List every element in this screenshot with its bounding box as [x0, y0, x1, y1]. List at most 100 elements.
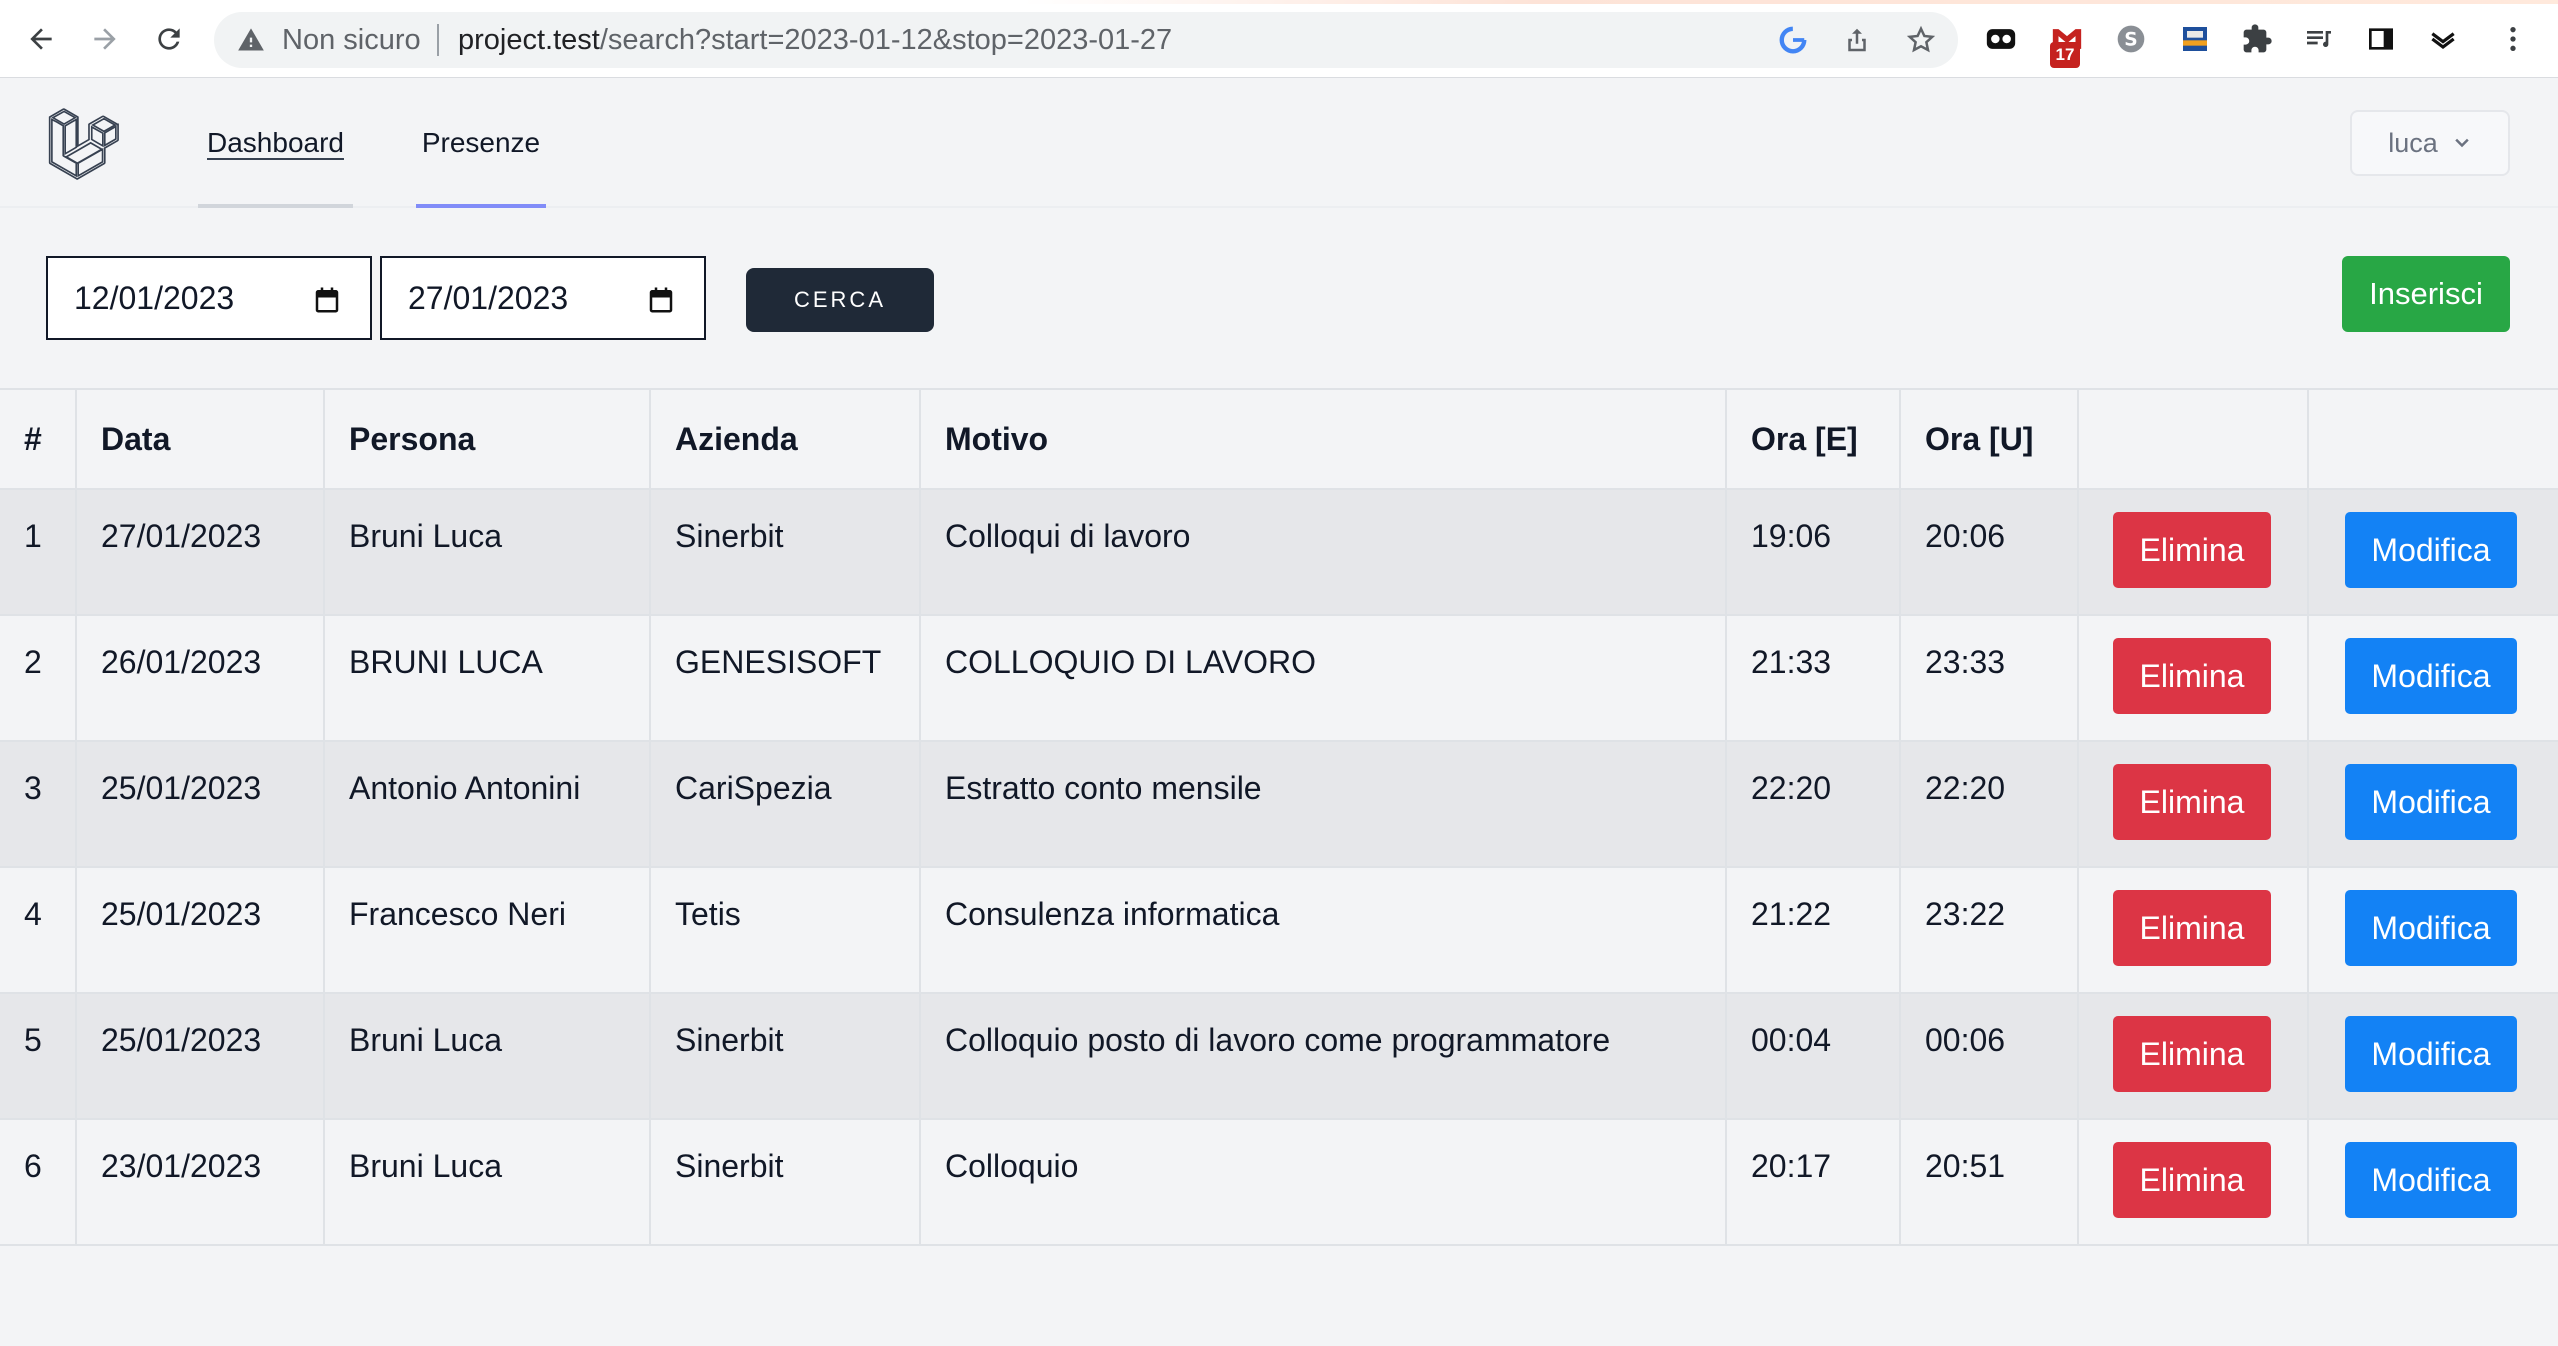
- edit-button[interactable]: Modifica: [2345, 890, 2517, 966]
- star-icon[interactable]: [1906, 25, 1936, 55]
- delete-button[interactable]: Elimina: [2113, 1016, 2271, 1092]
- calendar-icon[interactable]: [312, 284, 342, 316]
- google-icon[interactable]: [1778, 25, 1808, 55]
- column-header-ora-uscita: Ora [U]: [1899, 388, 2079, 490]
- edit-button[interactable]: Modifica: [2345, 1016, 2517, 1092]
- address-bar[interactable]: Non sicuro project.test/search?start=202…: [214, 12, 1958, 68]
- laravel-logo-icon[interactable]: [48, 108, 120, 180]
- cell-ora-uscita: 23:22: [1899, 866, 2079, 994]
- menu-icon[interactable]: [2494, 20, 2532, 58]
- back-arrow-icon: [30, 28, 52, 50]
- cell-delete: Elimina: [2077, 488, 2309, 616]
- cell-number: 4: [0, 866, 77, 994]
- nav-link-dashboard-label: Dashboard: [207, 127, 344, 158]
- cell-edit: Modifica: [2307, 488, 2558, 616]
- cell-ora-uscita: 22:20: [1899, 740, 2079, 868]
- app-navbar: Dashboard Presenze luca: [0, 78, 2558, 208]
- cell-data: 26/01/2023: [75, 614, 325, 742]
- cell-ora-entrata: 22:20: [1725, 740, 1901, 868]
- column-header-azienda: Azienda: [649, 388, 921, 490]
- calendar-icon[interactable]: [646, 284, 676, 316]
- edit-button[interactable]: Modifica: [2345, 638, 2517, 714]
- cell-azienda: Sinerbit: [649, 992, 921, 1120]
- column-header-data: Data: [75, 388, 325, 490]
- nav-link-dashboard[interactable]: Dashboard: [198, 78, 353, 208]
- glasses-extension-icon[interactable]: [1982, 20, 2020, 58]
- cell-delete: Elimina: [2077, 1118, 2309, 1246]
- delete-button[interactable]: Elimina: [2113, 638, 2271, 714]
- cell-motivo: Estratto conto mensile: [919, 740, 1727, 868]
- column-header-delete: [2077, 388, 2309, 490]
- cell-motivo: COLLOQUIO DI LAVORO: [919, 614, 1727, 742]
- cell-data: 25/01/2023: [75, 992, 325, 1120]
- delete-button[interactable]: Elimina: [2113, 512, 2271, 588]
- chevron-down-icon: [2455, 138, 2469, 148]
- edit-button[interactable]: Modifica: [2345, 1142, 2517, 1218]
- cell-edit: Modifica: [2307, 614, 2558, 742]
- column-header-ora-entrata: Ora [E]: [1725, 388, 1901, 490]
- search-button[interactable]: CERCA: [746, 268, 934, 332]
- cell-azienda: Sinerbit: [649, 1118, 921, 1246]
- nav-underline: [198, 204, 353, 208]
- nav-link-presenze[interactable]: Presenze: [416, 78, 546, 208]
- cell-ora-entrata: 20:17: [1725, 1118, 1901, 1246]
- url-host: project.test: [458, 24, 600, 56]
- share-icon[interactable]: [1842, 25, 1872, 55]
- edit-button[interactable]: Modifica: [2345, 764, 2517, 840]
- cell-edit: Modifica: [2307, 740, 2558, 868]
- delete-button[interactable]: Elimina: [2113, 890, 2271, 966]
- cell-ora-uscita: 20:51: [1899, 1118, 2079, 1246]
- delete-button[interactable]: Elimina: [2113, 1142, 2271, 1218]
- insert-button[interactable]: Inserisci: [2342, 256, 2510, 332]
- cell-number: 1: [0, 488, 77, 616]
- column-header-number: #: [0, 388, 77, 490]
- start-date-value: 12/01/2023: [74, 279, 235, 316]
- cell-motivo: Colloqui di lavoro: [919, 488, 1727, 616]
- cell-number: 2: [0, 614, 77, 742]
- cell-ora-entrata: 00:04: [1725, 992, 1901, 1120]
- column-header-edit: [2307, 388, 2558, 490]
- cell-persona: Bruni Luca: [323, 992, 651, 1120]
- cell-edit: Modifica: [2307, 992, 2558, 1120]
- url-path: /search?start=2023-01-12&stop=2023-01-27: [599, 24, 1173, 56]
- cell-persona: Francesco Neri: [323, 866, 651, 994]
- user-name: luca: [2388, 127, 2438, 158]
- side-panel-icon[interactable]: [2362, 20, 2400, 58]
- cell-persona: BRUNI LUCA: [323, 614, 651, 742]
- column-header-persona: Persona: [323, 388, 651, 490]
- table-header-row: # Data Persona Azienda Motivo Ora [E] Or…: [0, 388, 2558, 490]
- mail-count-badge: 17: [2050, 42, 2080, 68]
- reload-button[interactable]: [144, 14, 194, 64]
- cell-edit: Modifica: [2307, 866, 2558, 994]
- screen-extension-icon[interactable]: [2176, 20, 2214, 58]
- back-button[interactable]: [16, 14, 66, 64]
- media-control-icon[interactable]: [2300, 20, 2338, 58]
- edit-button[interactable]: Modifica: [2345, 512, 2517, 588]
- skype-extension-icon[interactable]: S: [2112, 20, 2150, 58]
- cell-azienda: GENESISOFT: [649, 614, 921, 742]
- start-date-input[interactable]: 12/01/2023: [46, 256, 372, 340]
- table-row: 4 25/01/2023 Francesco Neri Tetis Consul…: [0, 866, 2558, 994]
- user-dropdown[interactable]: luca: [2350, 110, 2510, 176]
- puzzle-icon[interactable]: [2238, 20, 2276, 58]
- cell-ora-uscita: 20:06: [1899, 488, 2079, 616]
- cell-azienda: CariSpezia: [649, 740, 921, 868]
- download-extension-icon[interactable]: [2424, 20, 2462, 58]
- cell-ora-entrata: 21:22: [1725, 866, 1901, 994]
- forward-arrow-icon: [94, 28, 116, 50]
- stop-date-input[interactable]: 27/01/2023: [380, 256, 706, 340]
- cell-delete: Elimina: [2077, 740, 2309, 868]
- cell-persona: Bruni Luca: [323, 488, 651, 616]
- url-text[interactable]: project.test/search?start=2023-01-12&sto…: [458, 22, 1172, 58]
- svg-text:S: S: [2124, 30, 2137, 51]
- forward-button[interactable]: [80, 14, 130, 64]
- cell-data: 23/01/2023: [75, 1118, 325, 1246]
- cell-azienda: Sinerbit: [649, 488, 921, 616]
- delete-button[interactable]: Elimina: [2113, 764, 2271, 840]
- nav-link-presenze-label: Presenze: [421, 127, 541, 158]
- cell-data: 25/01/2023: [75, 740, 325, 868]
- attendance-table: # Data Persona Azienda Motivo Ora [E] Or…: [0, 388, 2558, 1246]
- security-label[interactable]: Non sicuro: [282, 22, 421, 58]
- table-row: 1 27/01/2023 Bruni Luca Sinerbit Colloqu…: [0, 488, 2558, 616]
- cell-delete: Elimina: [2077, 866, 2309, 994]
